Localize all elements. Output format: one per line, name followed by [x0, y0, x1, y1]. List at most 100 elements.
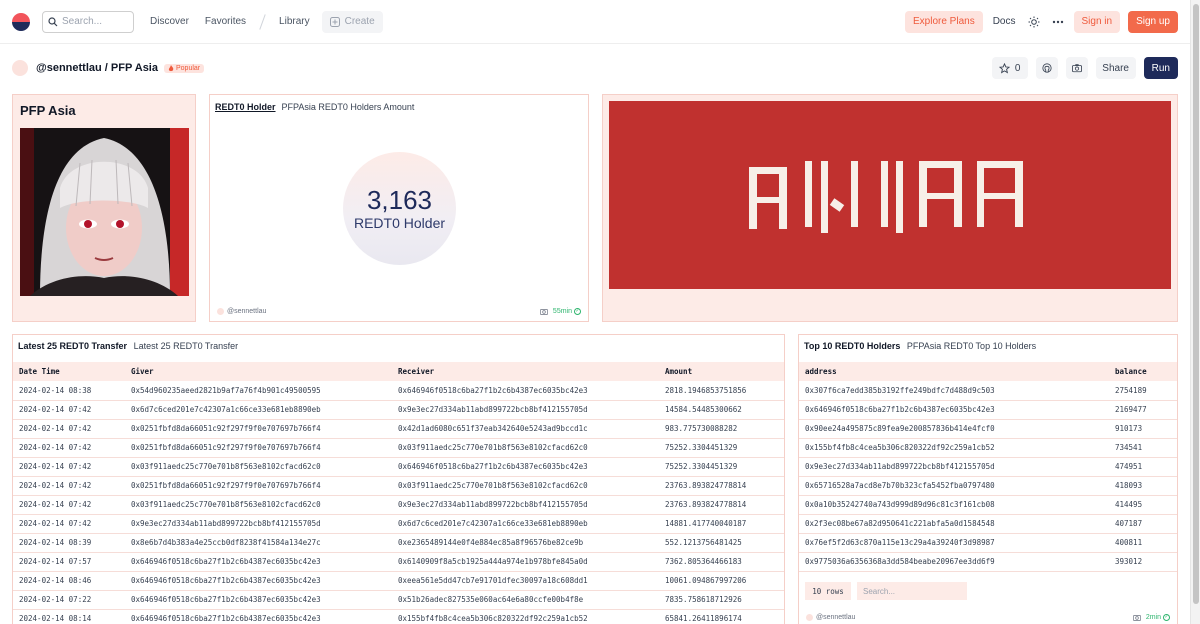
create-button[interactable]: Create [321, 10, 383, 33]
column-header[interactable]: balance [1109, 362, 1177, 381]
explore-plans-button[interactable]: Explore Plans [905, 10, 983, 33]
table-row: 0x90ee24a495875c89fea9e200857836b414e4fc… [799, 419, 1177, 439]
table-pager: 10 rows [805, 582, 967, 600]
table-row: 2024-02-14 07:42 0x03f911aedc25c770e701b8… [13, 495, 784, 515]
holder-card-footer: @sennettlau 55min ✓ [217, 308, 581, 315]
nav-discover[interactable]: Discover [150, 16, 189, 27]
sun-icon[interactable] [1026, 14, 1042, 30]
table-cell: 0x6d7c6ced201e7c42307a1c66ce33e681eb8890… [125, 400, 392, 420]
pfp-avatar-image [20, 128, 189, 296]
page-scrollbar[interactable] [1190, 0, 1200, 624]
column-header[interactable]: Date Time [13, 362, 125, 381]
table-cell: 0x9e3ec27d334ab11abd899722bcb8bf41215570… [392, 400, 659, 420]
top-holders-title[interactable]: Top 10 REDT0 Holders [804, 341, 900, 351]
table-row: 0x0a10b35242740a743d999d89d96c81c3f161cb… [799, 495, 1177, 515]
table-cell: 75252.3304451329 [659, 438, 784, 458]
nav-library[interactable]: Library [279, 16, 310, 27]
table-row: 2024-02-14 08:46 0x646946f0518c6ba27f1b2c… [13, 571, 784, 591]
popular-badge: Popular [163, 63, 205, 73]
nav-favorites[interactable]: Favorites [205, 16, 246, 27]
table-cell: 0x646946f0518c6ba27f1b2c6b4387ec6035bc42… [125, 609, 392, 624]
holder-card-title[interactable]: REDT0 Holder [215, 102, 276, 112]
screenshot-button[interactable] [1065, 57, 1088, 79]
share-button[interactable]: Share [1095, 57, 1136, 79]
pfp-title: PFP Asia [20, 103, 76, 118]
avatar[interactable] [12, 60, 28, 76]
table-row: 2024-02-14 08:38 0x54d960235aeed2821b9af7… [13, 381, 784, 401]
github-button[interactable] [1035, 57, 1058, 79]
sign-up-button[interactable]: Sign up [1128, 10, 1178, 33]
more-icon[interactable] [1050, 14, 1066, 30]
app-logo[interactable] [12, 12, 30, 31]
flame-icon [168, 64, 174, 71]
table-cell: 2024-02-14 07:42 [13, 457, 125, 477]
camera-icon[interactable] [539, 308, 548, 315]
table-cell: 910173 [1109, 419, 1177, 439]
table-cell: 7362.805364466183 [659, 552, 784, 572]
refresh-time: 55min [552, 308, 572, 315]
table-row: 2024-02-14 07:42 0x6d7c6ced201e7c42307a1c… [13, 400, 784, 420]
nav-divider [259, 13, 266, 30]
table-cell: 0x6d7c6ced201e7c42307a1c66ce33e681eb8890… [392, 514, 659, 534]
camera-icon[interactable] [1132, 614, 1141, 621]
table-cell: 0x9775036a6356368a3dd584beabe20967ee3dd6… [799, 552, 1109, 572]
table-cell: 0x646946f0518c6ba27f1b2c6b4387ec6035bc42… [125, 571, 392, 591]
table-row: 2024-02-14 07:42 0x03f911aedc25c770e701b8… [13, 457, 784, 477]
column-header[interactable]: Amount [659, 362, 784, 381]
column-header[interactable]: address [799, 362, 1109, 381]
banner-card [602, 94, 1178, 322]
table-cell: 2024-02-14 07:22 [13, 590, 125, 610]
table-cell: 552.1213756481425 [659, 533, 784, 553]
table-cell: 0x03f911aedc25c770e701b8f563e8102cfacd62… [392, 438, 659, 458]
transfers-header: Latest 25 REDT0 Transfer Latest 25 REDT0… [18, 341, 238, 351]
table-cell: 0x03f911aedc25c770e701b8f563e8102cfacd62… [125, 457, 392, 477]
table-row: 2024-02-14 07:42 0x0251fbfd8da66051c92f29… [13, 419, 784, 439]
table-row: 2024-02-14 07:22 0x646946f0518c6ba27f1b2c… [13, 590, 784, 610]
nav-docs[interactable]: Docs [993, 16, 1016, 27]
table-cell: 0x646946f0518c6ba27f1b2c6b4387ec6035bc42… [125, 590, 392, 610]
table-row: 2024-02-14 07:42 0x0251fbfd8da66051c92f29… [13, 476, 784, 496]
column-header[interactable]: Giver [125, 362, 392, 381]
rows-per-page[interactable]: 10 rows [805, 582, 851, 600]
table-search[interactable] [857, 582, 967, 600]
table-cell: 0x646946f0518c6ba27f1b2c6b4387ec6035bc42… [392, 457, 659, 477]
top-holders-subtitle: PFPAsia REDT0 Top 10 Holders [906, 341, 1037, 351]
star-count: 0 [1014, 62, 1021, 74]
table-cell: 0x51b26adec827535e060ac64e6a80ccfe00b4f8… [392, 590, 659, 610]
table-cell: 983.775730088282 [659, 419, 784, 439]
table-row: 0x646946f0518c6ba27f1b2c6b4387ec6035bc42… [799, 400, 1177, 420]
table-row: 0x307f6ca7edd385b3192ffe249bdfc7d488d9c5… [799, 381, 1177, 401]
dashboard-actions: 0 Share Run [991, 57, 1178, 79]
run-button[interactable]: Run [1143, 57, 1178, 79]
table-cell: 0x6140909f8a5cb1925a444a974e1b978bfe845a… [392, 552, 659, 572]
table-row: 2024-02-14 08:39 0x8e6b7d4b383a4e25ccb0df… [13, 533, 784, 553]
search-box[interactable] [42, 10, 134, 33]
holder-count-value: 3,163 [366, 184, 433, 215]
top-holders-header: Top 10 REDT0 Holders PFPAsia REDT0 Top 1… [804, 341, 1036, 351]
top-holders-table: address balance 0x307f6ca7edd385b3192ffe2… [799, 362, 1177, 572]
create-label: Create [344, 16, 375, 27]
column-header[interactable]: Receiver [392, 362, 659, 381]
table-cell: 0x76ef5f2d63c870a115e13c29a4a39240f3d989… [799, 533, 1109, 553]
table-cell: 0x65716528a7acd8e7b70b323cfa5452fba07974… [799, 476, 1109, 496]
table-cell: 14584.54485300662 [659, 400, 784, 420]
star-button[interactable]: 0 [991, 57, 1028, 79]
search-input[interactable] [62, 16, 128, 27]
refresh-time-badge: 2min ✓ [1146, 614, 1170, 621]
sign-in-button[interactable]: Sign in [1073, 10, 1121, 33]
author-name[interactable]: @sennettlau [816, 614, 855, 621]
table-cell: 0x646946f0518c6ba27f1b2c6b4387ec6035bc42… [799, 400, 1109, 420]
table-cell: 0x307f6ca7edd385b3192ffe249bdfc7d488d9c5… [799, 381, 1109, 401]
plus-square-icon [329, 16, 340, 27]
table-row: 2024-02-14 07:42 0x0251fbfd8da66051c92f29… [13, 438, 784, 458]
table-cell: 0xeea561e5dd47cb7e91701dfec30097a18c608d… [392, 571, 659, 591]
transfers-card: Latest 25 REDT0 Transfer Latest 25 REDT0… [12, 334, 785, 624]
table-search-input[interactable] [863, 586, 963, 596]
author-name[interactable]: @sennettlau [227, 308, 266, 315]
scrollbar-thumb[interactable] [1193, 4, 1199, 604]
table-row: 2024-02-14 08:14 0x646946f0518c6ba27f1b2c… [13, 609, 784, 624]
table-cell: 65841.26411896174 [659, 609, 784, 624]
transfers-title[interactable]: Latest 25 REDT0 Transfer [18, 341, 127, 351]
table-row: 2024-02-14 07:57 0x646946f0518c6ba27f1b2c… [13, 552, 784, 572]
table-cell: 2024-02-14 07:42 [13, 476, 125, 496]
